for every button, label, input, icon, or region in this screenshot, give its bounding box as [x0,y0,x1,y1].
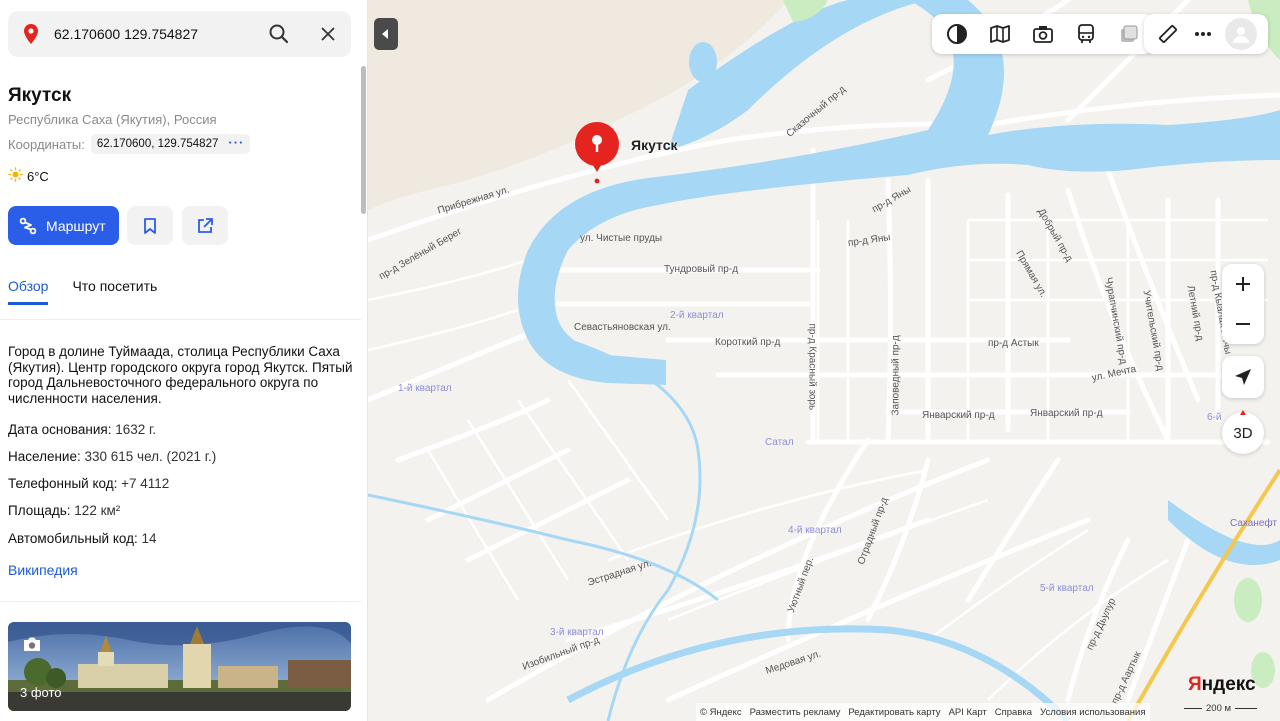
minus-icon [1236,323,1250,325]
chevron-left-icon [382,29,388,39]
coordinates-row: Координаты: 62.170600, 129.754827 ··· [8,134,251,154]
search-bar [8,11,351,57]
street-label: Январский пр-д [1030,408,1103,419]
photo-gallery[interactable]: 3 фото [8,622,351,711]
district-label: 4-й квартал [788,525,842,536]
panel-scrollbar[interactable] [361,66,366,214]
scale-bar [1235,708,1258,709]
yandex-logo[interactable]: Яндекс [1188,674,1256,696]
district-label: 1-й квартал [398,383,452,394]
street-label: ул. Чистые пруды [580,233,663,244]
share-icon [198,217,213,233]
tab-overview[interactable]: Обзор [8,278,49,305]
bookmark-icon [144,217,156,234]
camera-icon [22,636,42,658]
street-label: Севастьяновская ул. [574,322,671,333]
my-location-button[interactable] [1222,356,1264,398]
user-icon [1233,27,1250,43]
street-label: пр-д Астык [988,338,1039,349]
search-icon[interactable] [267,22,291,46]
fact-population: Население: 330 615 чел. (2021 г.) [8,449,217,464]
ruler-icon[interactable] [1155,21,1181,47]
search-input[interactable] [54,20,254,48]
zoom-out-button[interactable] [1222,304,1264,344]
divider [0,601,361,602]
more-icon[interactable]: ··· [228,135,244,150]
navigation-arrow-icon [1235,369,1251,385]
fact-car-code: Автомобильный код: 14 [8,531,157,546]
share-button[interactable] [182,206,228,245]
terms-link[interactable]: Условия использования [1040,707,1145,718]
copyright-link[interactable]: © Яндекс [700,707,742,718]
weather: 6°C [8,167,49,185]
district-label: Сатал [765,437,794,448]
scale-bar [1184,708,1202,709]
zoom-in-button[interactable] [1222,264,1264,304]
place-subtitle: Республика Саха (Якутия), Россия [8,112,217,127]
compass-icon [1240,410,1246,415]
map-layers-toolbar [932,14,1154,54]
plus-icon [1236,277,1250,291]
map-scale: 200 м [1184,703,1258,714]
marker-label: Якутск [631,137,678,153]
side-panel: Якутск Республика Саха (Якутия), Россия … [0,0,368,721]
place-description: Город в долине Туймаада, столица Республ… [8,344,353,406]
map-type-icon[interactable] [987,21,1013,47]
edit-map-link[interactable]: Редактировать карту [848,707,940,718]
temperature: 6°C [27,168,49,184]
scale-label: 200 м [1206,703,1232,714]
user-avatar[interactable] [1225,18,1258,50]
advertise-link[interactable]: Разместить рекламу [750,707,841,718]
street-label: пр-д Красный зорь [806,323,818,411]
location-pin-icon [24,24,38,49]
map-view[interactable]: Сказочный пр-д Прибрежная ул. пр-д Зелён… [368,0,1280,721]
3d-label: 3D [1233,424,1253,442]
street-label: Тундровый пр-д [664,264,739,275]
route-icon [19,217,37,234]
zoom-control [1222,264,1264,344]
bookmark-button[interactable] [127,206,173,245]
3d-button[interactable]: 3D [1222,410,1264,454]
coordinates-label: Координаты: [8,136,85,152]
photo-count: 3 фото [20,685,62,700]
close-icon[interactable] [316,22,340,46]
tabs: Обзор Что посетить [8,278,157,305]
location-marker[interactable] [573,122,621,189]
api-link[interactable]: API Карт [949,707,987,718]
collapse-panel-button[interactable] [374,18,398,50]
traffic-icon[interactable] [1116,21,1142,47]
place-title: Якутск [8,85,72,106]
sun-icon [8,167,23,185]
map-footer: © Яндекс Разместить рекламу Редактироват… [696,703,1150,721]
panorama-icon[interactable] [1030,21,1056,47]
street-label: Заповедный пр-д [890,335,902,416]
fact-founded: Дата основания: 1632 г. [8,422,157,437]
district-label: 2-й квартал [670,310,724,321]
route-label: Маршрут [46,217,106,234]
tab-what-to-visit[interactable]: Что посетить [72,278,157,305]
fact-area: Площадь: 122 км² [8,503,121,518]
map-tools-toolbar [1144,14,1268,54]
district-label: 5-й квартал [1040,583,1094,594]
district-label: 6-й [1207,412,1222,423]
route-button[interactable]: Маршрут [8,206,119,245]
poi-label: Саханефт [1230,518,1278,529]
street-label: Короткий пр-д [715,337,781,348]
street-label: Январский пр-д [922,410,995,421]
transport-icon[interactable] [1073,21,1099,47]
divider [0,319,361,320]
help-link[interactable]: Справка [995,707,1032,718]
layers-icon[interactable] [944,21,970,47]
more-options-icon[interactable] [1190,21,1216,47]
wikipedia-link[interactable]: Википедия [8,562,78,578]
fact-phone-code: Телефонный код: +7 4112 [8,476,170,491]
coordinates-value: 62.170600, 129.754827 [96,138,219,150]
coordinates-chip[interactable]: 62.170600, 129.754827 ··· [90,134,251,154]
